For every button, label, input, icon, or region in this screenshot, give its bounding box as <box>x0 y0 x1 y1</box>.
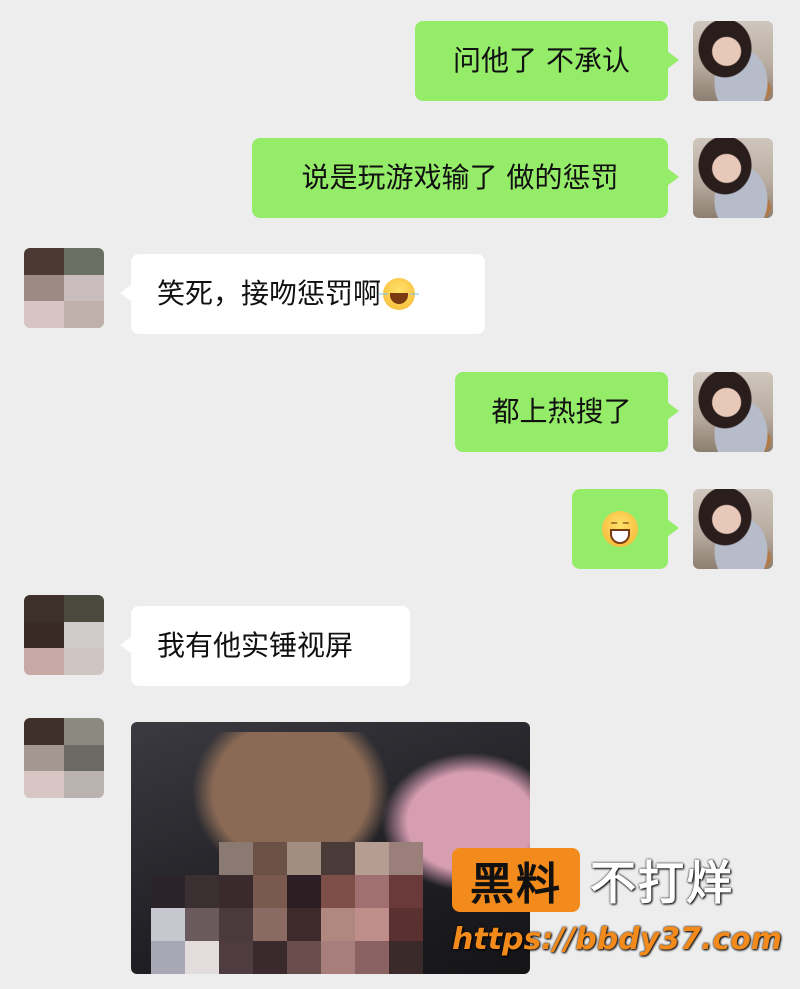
contact-avatar[interactable] <box>24 248 104 328</box>
watermark-badge: 黑料 <box>452 848 580 912</box>
message-text: 都上热搜了 <box>491 395 632 428</box>
message-bubble-contact[interactable]: 我有他实锤视屏 <box>120 606 410 686</box>
message-bubble-self[interactable] <box>572 489 679 569</box>
self-avatar[interactable] <box>693 21 773 101</box>
contact-avatar[interactable] <box>24 595 104 675</box>
message-bubble-self[interactable]: 都上热搜了 <box>455 372 679 452</box>
watermark-url: https://bbdy37.com <box>452 922 783 957</box>
mosaic-blur <box>151 842 423 974</box>
self-avatar[interactable] <box>693 489 773 569</box>
message-bubble-contact[interactable]: 笑死，接吻惩罚啊 <box>120 254 485 334</box>
watermark-text: 不打烊 <box>590 856 734 910</box>
chat-window: 问他了 不承认 说是玩游戏输了 做的惩罚 笑死，接吻惩罚啊 都上热搜了 我有他实… <box>0 0 800 989</box>
message-bubble-self[interactable]: 问他了 不承认 <box>415 21 679 101</box>
grinning-emoji-icon <box>602 511 638 547</box>
self-avatar[interactable] <box>693 372 773 452</box>
contact-avatar[interactable] <box>24 718 104 798</box>
message-text: 问他了 不承认 <box>453 44 630 77</box>
self-avatar[interactable] <box>693 138 773 218</box>
message-text: 笑死，接吻惩罚啊 <box>157 277 382 310</box>
message-text: 说是玩游戏输了 做的惩罚 <box>301 161 619 194</box>
message-text: 我有他实锤视屏 <box>157 629 354 662</box>
message-bubble-self[interactable]: 说是玩游戏输了 做的惩罚 <box>252 138 679 218</box>
watermark: 黑料 不打烊 https://bbdy37.com <box>452 848 782 968</box>
laughing-tears-emoji-icon <box>379 278 420 310</box>
